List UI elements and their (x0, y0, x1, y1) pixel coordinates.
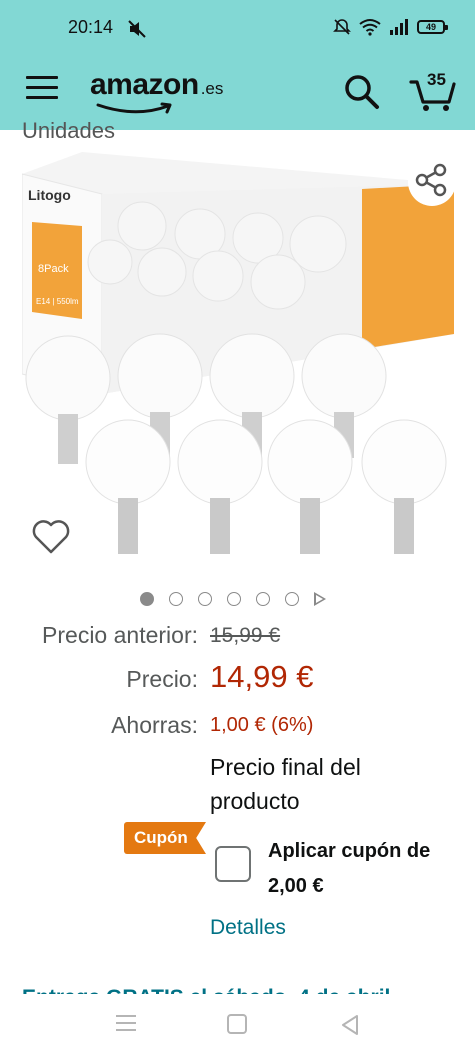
old-price: 15,99 € (210, 624, 281, 647)
image-carousel-dots (140, 592, 326, 606)
cart-button[interactable]: 35 (408, 68, 458, 112)
current-price: 14,99 € (210, 659, 314, 694)
amazon-logo[interactable]: amazon .es (90, 68, 224, 114)
system-nav-bar (0, 1000, 475, 1056)
partial-delivery-text: Entrega GRATIS el sábado, 4 de abril (22, 986, 442, 994)
carousel-dot[interactable] (169, 592, 183, 606)
battery-level: 49 (425, 22, 436, 32)
wifi-icon (359, 19, 381, 36)
carousel-dot[interactable] (227, 592, 241, 606)
coupon-checkbox[interactable] (215, 846, 251, 882)
coupon-details-link[interactable]: Detalles (210, 916, 286, 940)
carousel-dot[interactable] (285, 592, 299, 606)
carousel-dot[interactable] (140, 592, 154, 606)
home-button[interactable] (227, 1014, 247, 1034)
brand-label: Litogo (28, 187, 71, 203)
logo-domain: .es (200, 79, 224, 98)
coupon-text[interactable]: Aplicar cupón de 2,00 € (268, 834, 458, 904)
pack-label: 8Pack (38, 263, 69, 275)
share-icon (415, 163, 447, 197)
final-price-note: Precio final del producto (210, 754, 361, 814)
search-icon[interactable] (344, 74, 380, 110)
status-icons: 49 (333, 18, 448, 36)
battery-icon: 49 (417, 20, 448, 34)
alarm-off-icon (333, 19, 351, 35)
signal-icon (390, 19, 408, 35)
partial-heading: Unidades (22, 118, 115, 142)
savings-label: Ahorras: (111, 712, 198, 738)
recent-apps-button[interactable] (116, 1015, 136, 1036)
status-bar: 20:14 49 (0, 0, 475, 48)
carousel-dot[interactable] (198, 592, 212, 606)
price-label: Precio: (126, 666, 198, 692)
heart-icon[interactable] (30, 516, 72, 558)
menu-button[interactable] (26, 76, 58, 102)
smile-icon (96, 102, 172, 114)
savings-value: 1,00 € (6%) (210, 714, 314, 736)
product-illustration: Litogo 8Pack E14 | 550lm (22, 152, 454, 554)
menu-icon (26, 76, 58, 79)
status-time: 20:14 (68, 17, 114, 37)
mute-icon (128, 20, 146, 38)
product-image[interactable]: Litogo 8Pack E14 | 550lm (22, 144, 454, 574)
old-price-label: Precio anterior: (42, 622, 198, 648)
share-button[interactable] (408, 158, 456, 206)
coupon-badge: Cupón (124, 822, 206, 854)
play-video-icon[interactable] (314, 592, 326, 606)
cart-count: 35 (427, 70, 446, 89)
spec-label: E14 | 550lm (36, 297, 79, 306)
carousel-dot[interactable] (256, 592, 270, 606)
back-icon[interactable] (340, 1014, 360, 1036)
logo-text: amazon (90, 68, 199, 101)
